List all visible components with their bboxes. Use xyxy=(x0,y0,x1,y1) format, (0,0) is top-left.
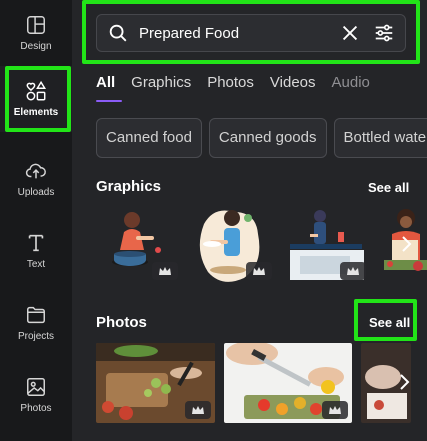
photos-row xyxy=(96,343,420,423)
premium-crown-badge xyxy=(152,262,178,280)
text-icon xyxy=(28,234,44,252)
graphics-row xyxy=(96,204,427,284)
upload-cloud-icon xyxy=(25,163,46,179)
search-bar xyxy=(96,14,406,52)
graphics-section-title: Graphics xyxy=(96,178,162,195)
crown-icon xyxy=(159,267,171,275)
premium-crown-badge xyxy=(322,401,348,419)
graphics-see-all-link[interactable]: See all xyxy=(368,180,409,195)
graphic-thumb[interactable] xyxy=(284,204,370,284)
tab-audio[interactable]: Audio xyxy=(332,72,370,102)
photo-thumb[interactable] xyxy=(96,343,215,423)
graphic-thumb[interactable] xyxy=(96,204,182,284)
graphics-next-button[interactable] xyxy=(392,224,420,264)
search-input[interactable] xyxy=(139,15,339,51)
sidebar-item-label: Uploads xyxy=(17,187,55,198)
sidebar-item-label: Projects xyxy=(17,331,55,342)
premium-crown-badge xyxy=(185,401,211,419)
sidebar-item-label: Photos xyxy=(20,403,52,414)
tab-photos[interactable]: Photos xyxy=(207,72,254,102)
chip-canned-goods[interactable]: Canned goods xyxy=(208,118,327,158)
sidebar-item-label: Design xyxy=(20,41,52,52)
graphic-thumb[interactable] xyxy=(190,204,276,284)
filter-sliders-icon[interactable] xyxy=(373,22,395,44)
photo-icon xyxy=(27,378,45,396)
design-icon xyxy=(27,16,45,34)
elements-icon xyxy=(26,80,47,101)
premium-crown-badge xyxy=(246,262,272,280)
crown-icon xyxy=(253,267,265,275)
highlight-search-box xyxy=(82,0,420,64)
elements-panel: All Graphics Photos Videos Audio Canned … xyxy=(72,0,427,441)
search-icon[interactable] xyxy=(107,22,129,44)
sidebar-item-projects[interactable]: Projects xyxy=(0,290,72,356)
tab-all[interactable]: All xyxy=(96,72,123,102)
chip-canned-food[interactable]: Canned food xyxy=(96,118,202,158)
suggestion-chips: Canned food Canned goods Bottled water xyxy=(96,118,427,158)
content-type-tabs: All Graphics Photos Videos Audio xyxy=(96,72,386,102)
photos-next-button[interactable] xyxy=(390,362,418,402)
sidebar-item-label: Elements xyxy=(13,107,59,118)
chip-bottled-water[interactable]: Bottled water xyxy=(333,118,427,158)
tab-videos[interactable]: Videos xyxy=(270,72,316,102)
crown-icon xyxy=(192,406,204,414)
sidebar-item-photos[interactable]: Photos xyxy=(0,362,72,428)
sidebar-item-design[interactable]: Design xyxy=(0,0,72,66)
tab-graphics[interactable]: Graphics xyxy=(131,72,191,102)
photos-see-all-link[interactable]: See all xyxy=(369,315,410,330)
crown-icon xyxy=(347,267,359,275)
photos-section-title: Photos xyxy=(96,314,147,331)
premium-crown-badge xyxy=(340,262,366,280)
photo-thumb[interactable] xyxy=(224,343,352,423)
sidebar-item-uploads[interactable]: Uploads xyxy=(0,146,72,212)
sidebar-item-label: Text xyxy=(26,259,46,270)
chevron-right-icon xyxy=(402,236,412,252)
chevron-right-icon xyxy=(400,374,410,390)
folder-icon xyxy=(27,306,45,324)
sidebar-item-text[interactable]: Text xyxy=(0,218,72,284)
crown-icon xyxy=(329,406,341,414)
close-icon[interactable] xyxy=(339,22,361,44)
left-sidebar: Design Elements Uploads Text Projects Ph… xyxy=(0,0,72,441)
sidebar-item-elements[interactable]: Elements xyxy=(0,66,72,132)
